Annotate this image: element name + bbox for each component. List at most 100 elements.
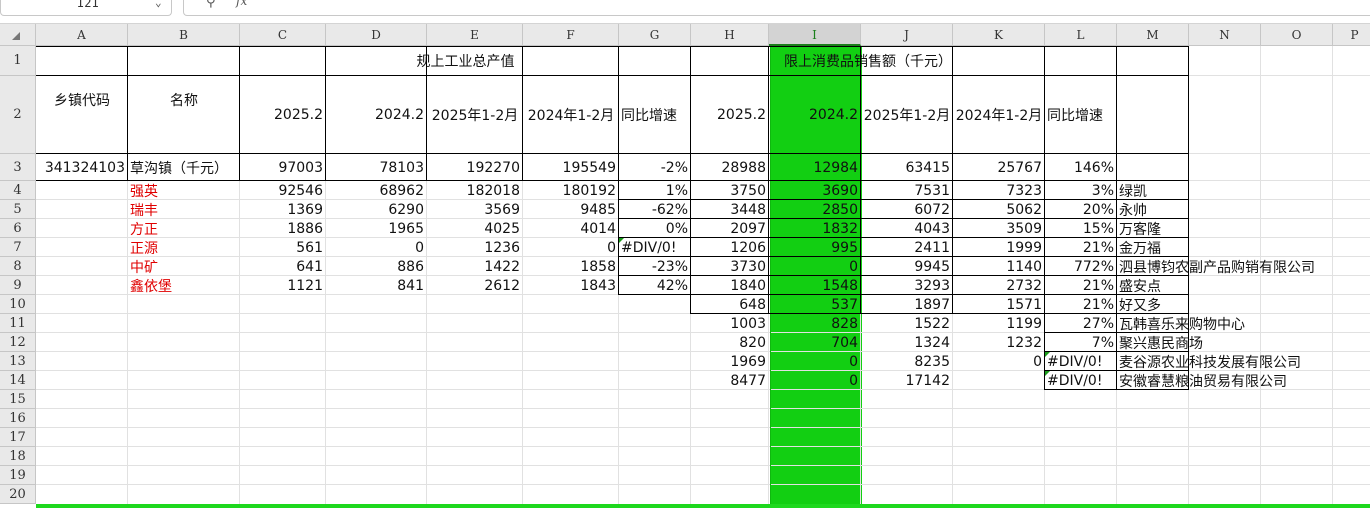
header-industry-output[interactable]: 规上工业总产值 (240, 46, 691, 76)
data-cell-h[interactable]: 1840 (691, 276, 769, 295)
data-cell-l[interactable]: 27% (1045, 314, 1117, 333)
data-cell-d[interactable]: 6290 (326, 200, 427, 219)
data-cell-j[interactable]: 1324 (861, 333, 953, 352)
column-header-h[interactable]: H (691, 24, 769, 46)
header-col-k[interactable]: 2024年1-2月 (953, 76, 1045, 154)
total-cell-b[interactable]: 草沟镇（千元） (128, 154, 240, 181)
data-cell-h[interactable]: 3730 (691, 257, 769, 276)
formula-bar[interactable]: ⚲ fx (183, 0, 1370, 16)
row-header-14[interactable]: 14 (0, 371, 36, 390)
error-indicator-icon[interactable] (619, 238, 624, 243)
name-box[interactable]: I21 ⌄ (0, 0, 172, 16)
column-header-o[interactable]: O (1261, 24, 1333, 46)
data-cell-j[interactable]: 7531 (861, 181, 953, 200)
store-name-cell[interactable]: 绿凯 (1117, 181, 1189, 200)
header-name[interactable]: 名称 (128, 46, 240, 154)
row-header-1[interactable]: 1 (0, 46, 36, 76)
data-cell-f[interactable]: 1858 (523, 257, 619, 276)
row-header-4[interactable]: 4 (0, 181, 36, 200)
header-col-h[interactable]: 2025.2 (691, 76, 769, 154)
total-cell-d[interactable]: 78103 (326, 154, 427, 181)
total-cell-f[interactable]: 195549 (523, 154, 619, 181)
total-cell-h[interactable]: 28988 (691, 154, 769, 181)
data-cell-l[interactable]: 772% (1045, 257, 1117, 276)
data-cell-c[interactable]: 1886 (240, 219, 326, 238)
data-cell-c[interactable]: 641 (240, 257, 326, 276)
column-header-b[interactable]: B (128, 24, 240, 46)
data-cell-h[interactable]: 3750 (691, 181, 769, 200)
data-cell-e[interactable]: 3569 (427, 200, 523, 219)
header-town-code[interactable]: 乡镇代码 (36, 46, 128, 154)
total-cell-l[interactable]: 146% (1045, 154, 1117, 181)
error-indicator-icon[interactable] (1045, 371, 1050, 376)
data-cell-k[interactable]: 1571 (953, 295, 1045, 314)
total-cell-j[interactable]: 63415 (861, 154, 953, 181)
column-header-l[interactable]: L (1045, 24, 1117, 46)
data-cell-c[interactable]: 561 (240, 238, 326, 257)
data-cell-j[interactable]: 1522 (861, 314, 953, 333)
data-cell-l[interactable]: 20% (1045, 200, 1117, 219)
data-cell-f[interactable]: 4014 (523, 219, 619, 238)
store-name-cell[interactable]: 永帅 (1117, 200, 1189, 219)
data-cell-i[interactable]: 1548 (769, 276, 861, 295)
total-cell-c[interactable]: 97003 (240, 154, 326, 181)
column-header-g[interactable]: G (619, 24, 691, 46)
data-cell-j[interactable]: 17142 (861, 371, 953, 390)
column-header-m[interactable]: M (1117, 24, 1189, 46)
data-cell-c[interactable]: 1121 (240, 276, 326, 295)
data-cell-f[interactable]: 1843 (523, 276, 619, 295)
row-header-12[interactable]: 12 (0, 333, 36, 352)
data-cell-i[interactable]: 1832 (769, 219, 861, 238)
data-cell-l[interactable]: #DIV/0! (1045, 371, 1117, 390)
data-cell-b[interactable]: 瑞丰 (128, 200, 240, 219)
data-cell-k[interactable]: 7323 (953, 181, 1045, 200)
data-cell-h[interactable]: 2097 (691, 219, 769, 238)
data-cell-k[interactable]: 5062 (953, 200, 1045, 219)
store-name-cell[interactable]: 好又多 (1117, 295, 1189, 314)
data-cell-e[interactable]: 182018 (427, 181, 523, 200)
row-header-20[interactable]: 20 (0, 485, 36, 504)
data-cell-i[interactable]: 0 (769, 371, 861, 390)
sheet-grid[interactable]: 乡镇代码 名称 规上工业总产值 限上消费品销售额（千元） 2025.2 2024.2 202… (36, 46, 1370, 508)
error-indicator-icon[interactable] (1045, 352, 1050, 357)
data-cell-e[interactable]: 1236 (427, 238, 523, 257)
column-header-j[interactable]: J (861, 24, 953, 46)
data-cell-l[interactable]: 3% (1045, 181, 1117, 200)
data-cell-j[interactable]: 1897 (861, 295, 953, 314)
column-header-e[interactable]: E (427, 24, 523, 46)
total-cell-g[interactable]: -2% (619, 154, 691, 181)
header-col-l[interactable]: 同比增速 (1045, 76, 1117, 154)
row-header-19[interactable]: 19 (0, 466, 36, 485)
chevron-down-icon[interactable]: ⌄ (155, 0, 162, 9)
row-header-2[interactable]: 2 (0, 76, 36, 154)
row-header-15[interactable]: 15 (0, 390, 36, 409)
data-cell-l[interactable]: #DIV/0! (1045, 352, 1117, 371)
row-header-7[interactable]: 7 (0, 238, 36, 257)
data-cell-k[interactable]: 1199 (953, 314, 1045, 333)
data-cell-h[interactable]: 648 (691, 295, 769, 314)
data-cell-l[interactable]: 21% (1045, 238, 1117, 257)
store-name-cell[interactable]: 聚兴惠民商场 (1117, 333, 1203, 352)
row-header-16[interactable]: 16 (0, 409, 36, 428)
header-col-e[interactable]: 2025年1-2月 (427, 76, 523, 154)
row-header-13[interactable]: 13 (0, 352, 36, 371)
data-cell-i[interactable]: 995 (769, 238, 861, 257)
row-header-5[interactable]: 5 (0, 200, 36, 219)
data-cell-k[interactable]: 3509 (953, 219, 1045, 238)
header-retail-sales[interactable]: 限上消费品销售额（千元） (691, 46, 1045, 76)
data-cell-j[interactable]: 2411 (861, 238, 953, 257)
select-all-corner[interactable] (0, 24, 36, 46)
data-cell-l[interactable]: 21% (1045, 276, 1117, 295)
data-cell-f[interactable]: 0 (523, 238, 619, 257)
data-cell-h[interactable]: 8477 (691, 371, 769, 390)
data-cell-g[interactable]: 0% (619, 219, 691, 238)
data-cell-k[interactable]: 1999 (953, 238, 1045, 257)
data-cell-k[interactable]: 2732 (953, 276, 1045, 295)
data-cell-j[interactable]: 4043 (861, 219, 953, 238)
column-header-c[interactable]: C (240, 24, 326, 46)
row-header-8[interactable]: 8 (0, 257, 36, 276)
data-cell-i[interactable]: 828 (769, 314, 861, 333)
data-cell-b[interactable]: 中矿 (128, 257, 240, 276)
store-name-cell[interactable]: 安徽睿慧粮油贸易有限公司 (1117, 371, 1287, 390)
data-cell-g[interactable]: -23% (619, 257, 691, 276)
